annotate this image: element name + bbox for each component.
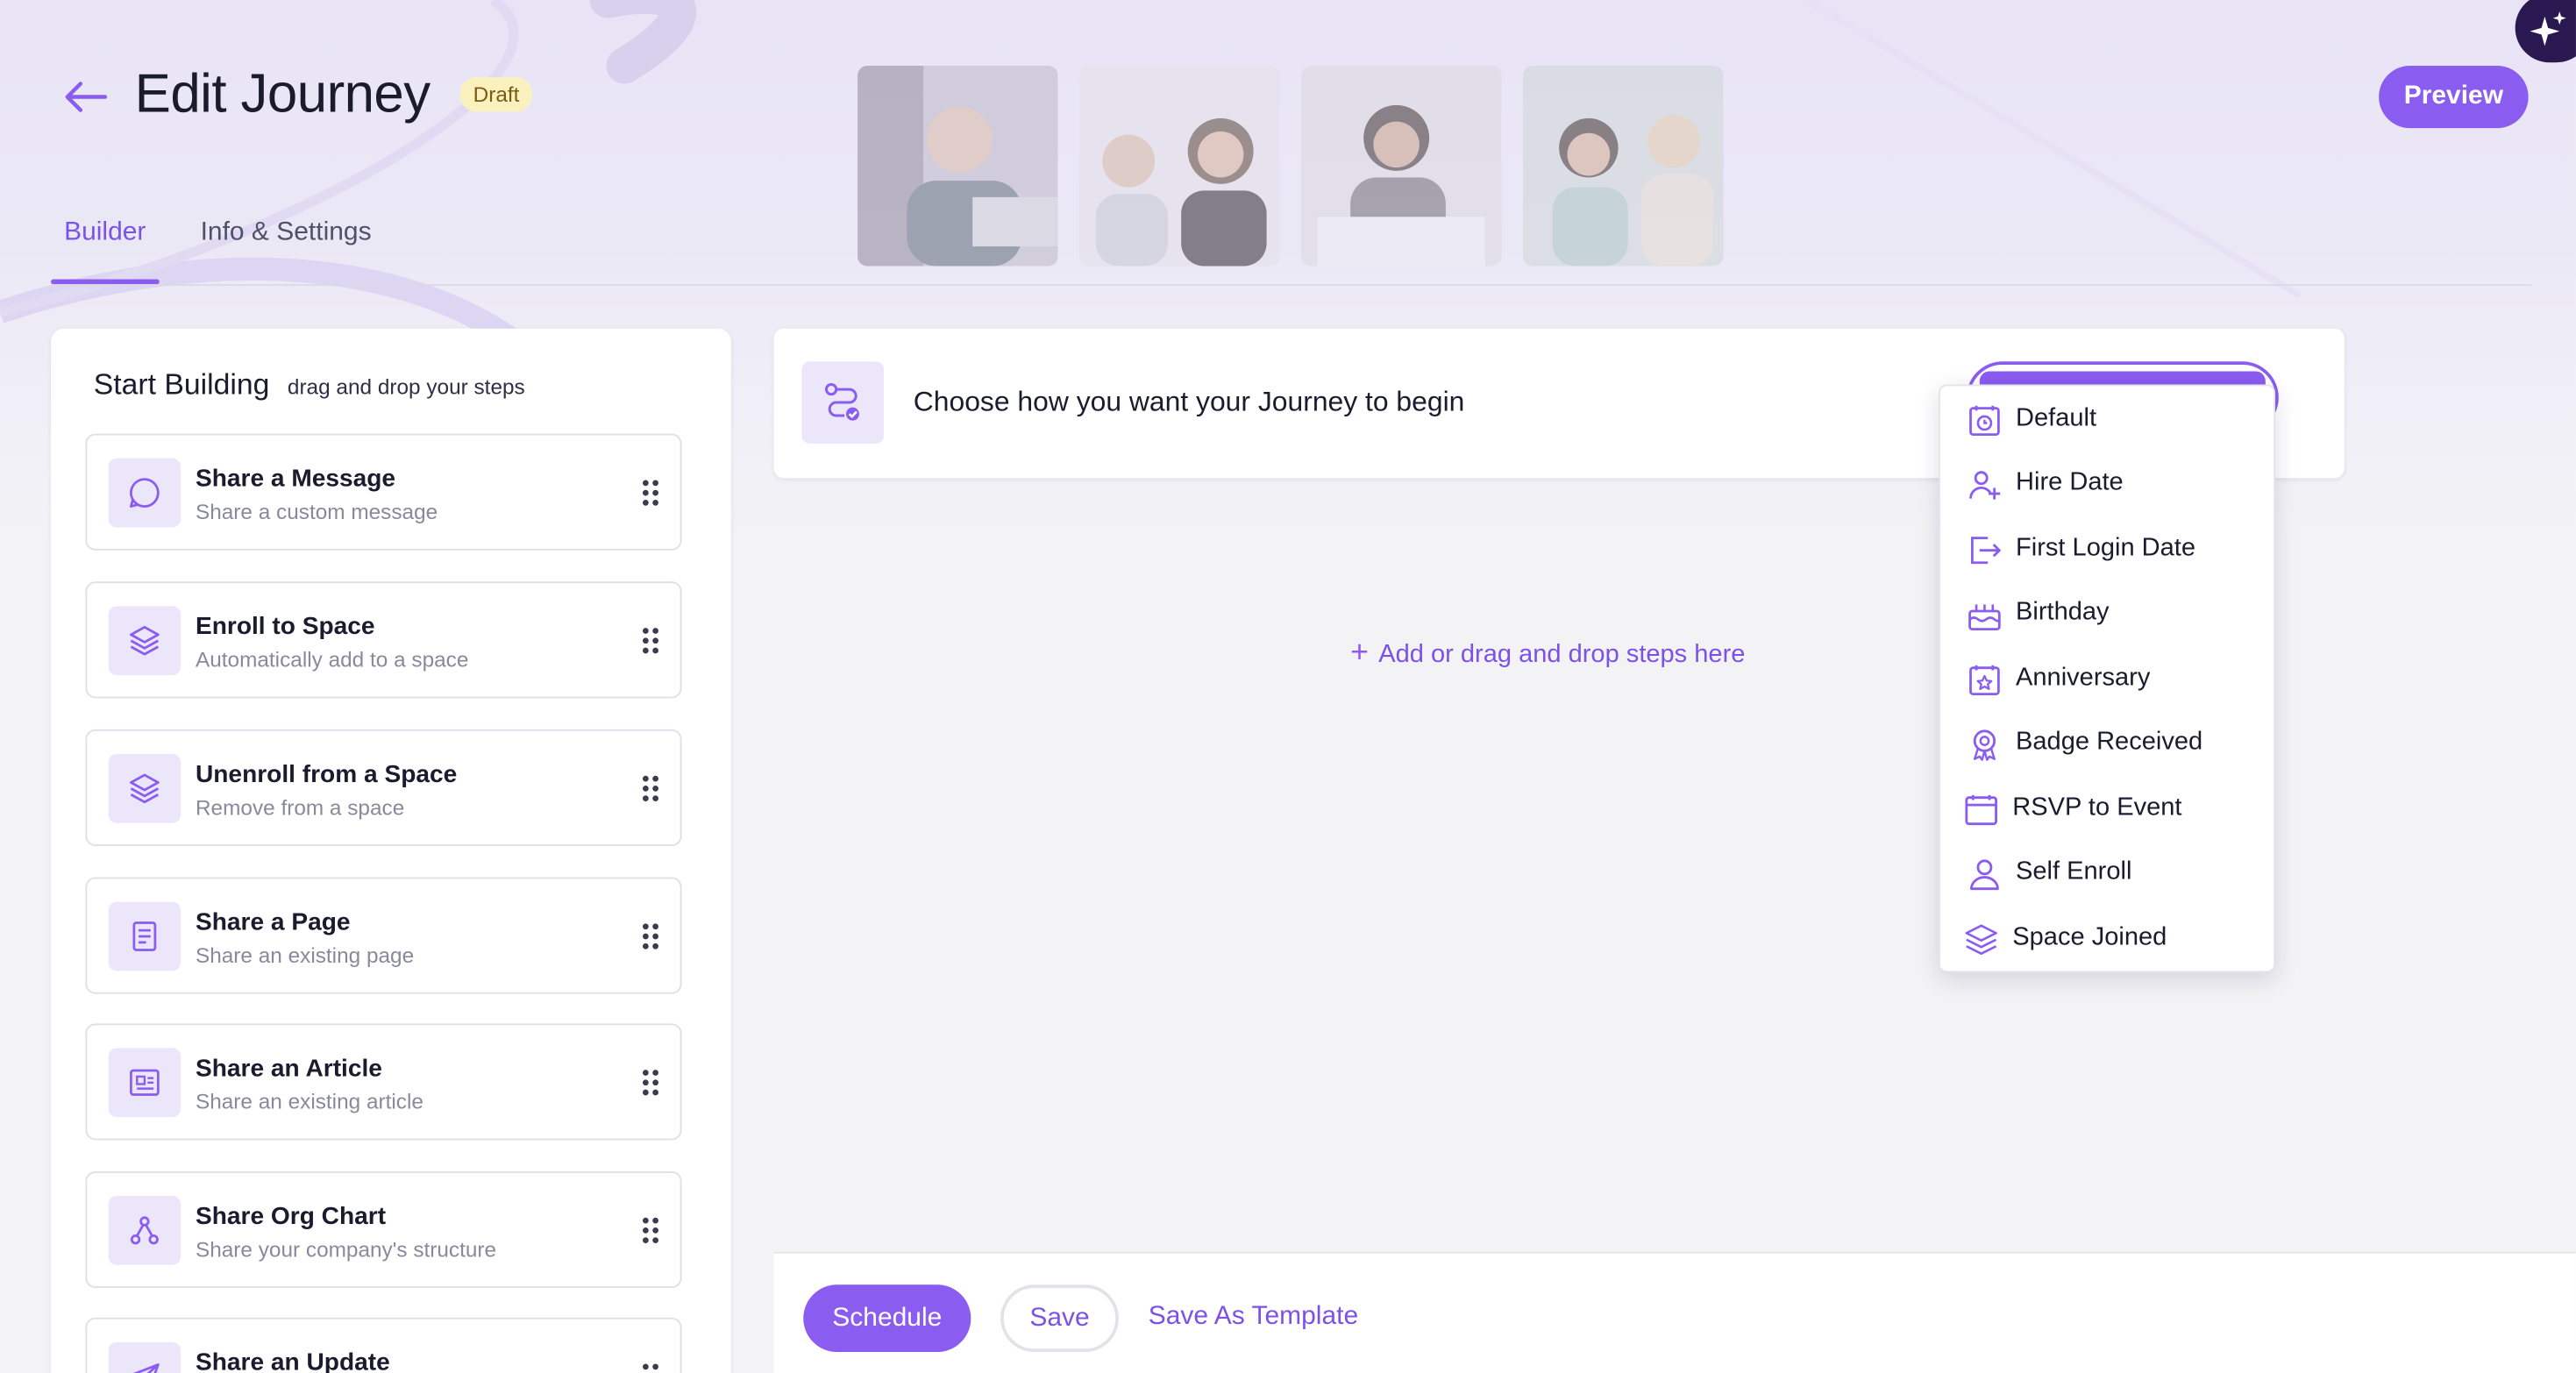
step-card-share-article[interactable]: Share an Article Share an existing artic… [85, 1023, 682, 1141]
drag-handle-icon[interactable] [639, 1068, 662, 1098]
steps-panel: Start Building drag and drop your steps … [51, 328, 731, 1373]
sparkle-icon [2530, 11, 2566, 46]
step-card-share-page[interactable]: Share a Page Share an existing page [85, 877, 682, 994]
step-description: Remove from a space [195, 794, 405, 820]
dropdown-item-label: Birthday [2016, 598, 2110, 626]
drag-handle-icon[interactable] [639, 626, 662, 656]
step-card-share-message[interactable]: Share a Message Share a custom message [85, 433, 682, 551]
page-icon [108, 901, 181, 971]
step-description: Share your company's structure [195, 1236, 497, 1263]
cake-icon [1968, 604, 2001, 631]
dropdown-item-label: Badge Received [2016, 728, 2203, 756]
dropdown-item-label: Self Enroll [2016, 857, 2132, 886]
step-card-unenroll-space[interactable]: Unenroll from a Space Remove from a spac… [85, 729, 682, 846]
step-card-enroll-space[interactable]: Enroll to Space Automatically add to a s… [85, 581, 682, 699]
save-button[interactable]: Save [1000, 1284, 1119, 1353]
layers-icon [1965, 924, 1997, 955]
dropdown-item-birthday[interactable]: Birthday [1940, 581, 2274, 644]
dropdown-item-anniversary[interactable]: Anniversary [1940, 647, 2274, 709]
dropdown-item-label: Hire Date [2016, 468, 2124, 496]
dropdown-item-label: Anniversary [2016, 663, 2151, 692]
login-icon [1970, 537, 2002, 565]
add-steps-dropzone[interactable]: + Add or drag and drop steps here [1350, 636, 1745, 672]
preview-button[interactable]: Preview [2379, 65, 2529, 129]
article-icon [108, 1048, 181, 1118]
step-title: Share a Page [195, 908, 351, 937]
save-as-template-button[interactable]: Save As Template [1149, 1303, 1358, 1333]
calendar-clock-icon [1969, 405, 2000, 436]
dropdown-item-label: Space Joined [2012, 923, 2167, 951]
user-icon [1970, 859, 1999, 891]
step-description: Share an existing article [195, 1089, 423, 1114]
tab-info-settings[interactable]: Info & Settings [201, 218, 372, 248]
tab-builder[interactable]: Builder [64, 218, 146, 248]
layers-icon [108, 606, 181, 676]
dropdown-item-badge-received[interactable]: Badge Received [1940, 711, 2274, 773]
dropdown-item-rsvp-event[interactable]: RSVP to Event [1940, 777, 2274, 839]
badge-icon [1973, 729, 1996, 761]
layers-icon [108, 754, 181, 823]
step-title: Enroll to Space [195, 612, 375, 641]
app-window: Edit Journey Draft Preview Builder Info … [0, 0, 2576, 1373]
step-title: Share an Update [195, 1348, 390, 1373]
drag-handle-icon[interactable] [639, 774, 662, 804]
drag-handle-icon[interactable] [639, 1216, 662, 1246]
panel-subtitle: drag and drop your steps [287, 374, 525, 400]
step-title: Share a Message [195, 465, 396, 494]
header-photo [1079, 65, 1280, 267]
calendar-icon [1965, 794, 1997, 826]
org-chart-icon [108, 1196, 181, 1265]
plus-icon: + [1350, 636, 1369, 671]
calendar-star-icon [1969, 665, 2000, 696]
dropdown-item-space-joined[interactable]: Space Joined [1940, 907, 2274, 969]
page-title: Edit Journey [134, 62, 431, 124]
schedule-button[interactable]: Schedule [803, 1284, 971, 1353]
dropdown-item-first-login[interactable]: First Login Date [1940, 517, 2274, 580]
dropdown-item-label: RSVP to Event [2012, 793, 2182, 822]
trigger-dropdown-menu: Default Hire Date First Login Date Birth… [1938, 384, 2276, 973]
step-description: Share a custom message [195, 499, 438, 524]
tabs-divider [51, 284, 2532, 287]
header-photo [1522, 65, 1724, 267]
arrow-left-icon[interactable] [59, 72, 111, 121]
step-card-share-org-chart[interactable]: Share Org Chart Share your company's str… [85, 1170, 682, 1288]
step-title: Share an Article [195, 1054, 382, 1083]
step-card-share-update[interactable]: Share an Update [85, 1317, 682, 1373]
step-title: Unenroll from a Space [195, 760, 458, 789]
panel-title: Start Building [93, 367, 270, 402]
status-badge: Draft [459, 77, 533, 112]
header-photo [1300, 65, 1502, 267]
drag-handle-icon[interactable] [639, 921, 662, 951]
dropdown-item-hire-date[interactable]: Hire Date [1940, 452, 2274, 514]
header-photo [857, 65, 1058, 267]
dropdown-item-default[interactable]: Default [1940, 388, 2274, 450]
dropdown-item-label: Default [2016, 403, 2097, 432]
drag-handle-icon[interactable] [639, 478, 662, 508]
dropdown-item-label: First Login Date [2016, 533, 2196, 562]
journey-route-icon [801, 361, 885, 444]
ai-assistant-button[interactable] [2515, 0, 2576, 63]
add-steps-label: Add or drag and drop steps here [1378, 640, 1746, 669]
chat-bubble-icon [108, 458, 181, 528]
action-footer: Schedule Save Save As Template [773, 1251, 2576, 1373]
dropdown-item-self-enroll[interactable]: Self Enroll [1940, 841, 2274, 903]
step-description: Automatically add to a space [195, 647, 469, 672]
step-description: Share an existing page [195, 943, 415, 968]
step-title: Share Org Chart [195, 1202, 387, 1231]
user-plus-icon [1969, 471, 2001, 500]
journey-start-prompt: Choose how you want your Journey to begi… [913, 386, 1465, 417]
drag-handle-icon[interactable] [639, 1362, 662, 1373]
send-icon [108, 1341, 181, 1373]
